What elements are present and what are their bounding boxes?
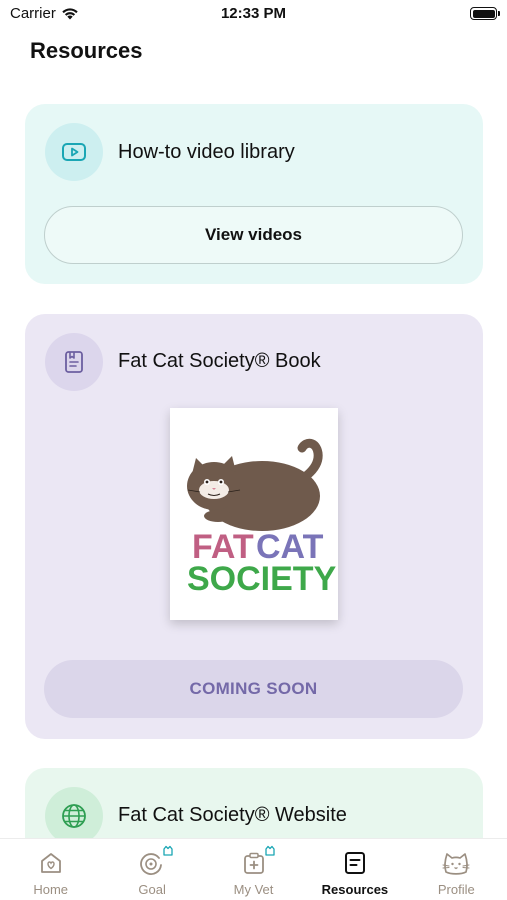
tab-goal-label: Goal	[138, 882, 166, 897]
tab-profile-label: Profile	[437, 882, 475, 897]
cat-face-icon	[442, 853, 470, 875]
video-library-card: How-to video library View videos	[25, 104, 483, 284]
video-library-title: How-to video library	[118, 141, 295, 163]
goal-badge-icon	[163, 845, 173, 856]
status-bar: Carrier 12:33 PM	[0, 0, 507, 30]
coming-soon-button[interactable]: COMING SOON	[44, 660, 463, 718]
video-icon-circle	[45, 123, 103, 181]
fat-cat-illustration: FAT CAT SOCIETY	[187, 438, 337, 598]
tab-home-label: Home	[33, 882, 69, 897]
book-card: Fat Cat Society® Book FAT CAT SOCIETY CO…	[25, 314, 483, 739]
page-title: Resources	[30, 38, 143, 63]
tab-profile[interactable]: Profile	[406, 839, 507, 900]
resources-document-icon	[344, 852, 365, 874]
tab-my-vet-label: My Vet	[233, 882, 274, 897]
tab-home[interactable]: Home	[0, 839, 101, 900]
book-icon-circle	[45, 333, 103, 391]
cover-word-society: SOCIETY	[187, 560, 337, 598]
view-videos-button[interactable]: View videos	[44, 206, 463, 264]
website-icon-circle	[45, 787, 103, 845]
tab-resources[interactable]: Resources	[304, 839, 405, 900]
clock: 12:33 PM	[220, 5, 287, 22]
globe-icon	[62, 804, 86, 828]
tab-resources-label: Resources	[321, 882, 389, 897]
battery-icon	[470, 7, 500, 20]
tab-goal[interactable]: Goal	[101, 839, 202, 900]
home-heart-icon	[40, 853, 61, 873]
play-video-icon	[62, 143, 86, 161]
book-title: Fat Cat Society® Book	[118, 350, 321, 372]
book-icon	[65, 351, 83, 373]
tab-my-vet[interactable]: My Vet	[203, 839, 304, 900]
tab-bar: Home Goal My Vet Resources Profile	[0, 838, 507, 900]
website-title: Fat Cat Society® Website	[118, 804, 347, 826]
book-cover-image: FAT CAT SOCIETY	[170, 408, 338, 620]
my-vet-badge-icon	[264, 845, 275, 856]
